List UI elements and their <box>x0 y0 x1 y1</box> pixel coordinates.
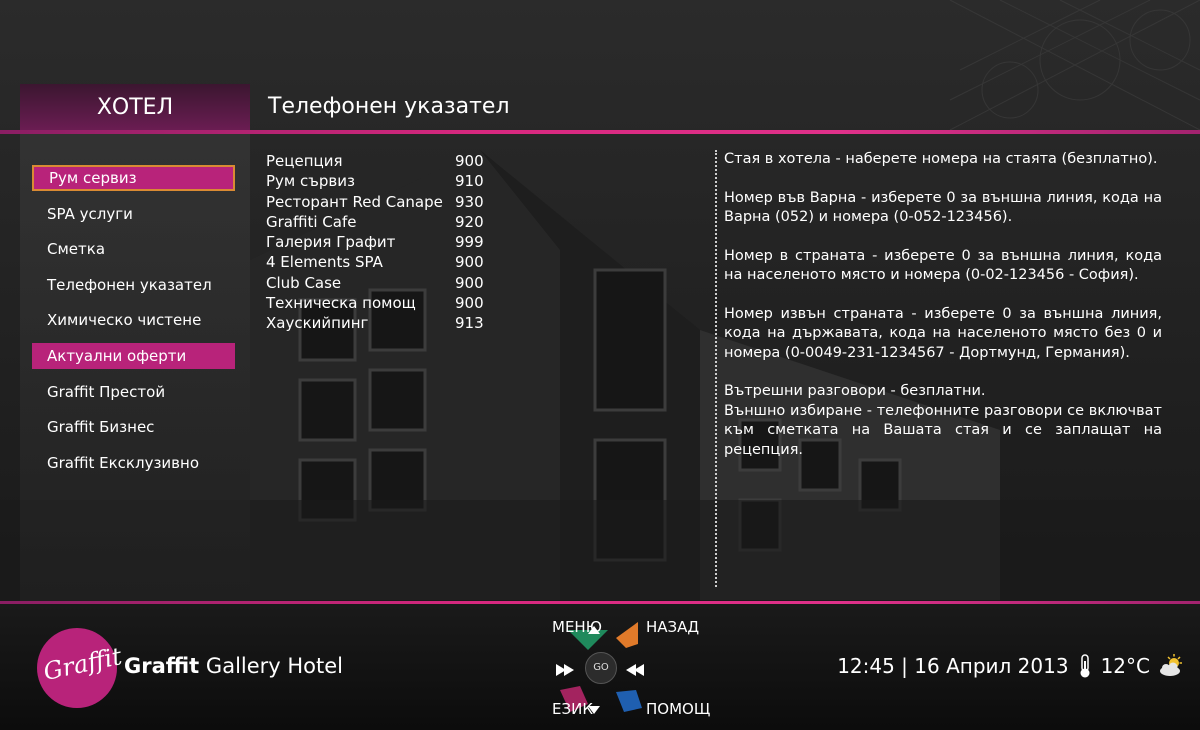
phone-name: Техническа помощ <box>266 294 416 313</box>
hotel-name: Graffit Gallery Hotel <box>124 654 343 678</box>
status-bar: 12:45 | 16 Април 2013 12°C <box>837 653 1186 679</box>
sidebar-item-dry-cleaning[interactable]: Химическо чистене <box>32 307 235 333</box>
graffit-logo: Graffit <box>37 628 124 708</box>
thermometer-icon <box>1080 654 1090 678</box>
phone-number: 913 <box>455 314 484 333</box>
list-item: Ресторант Red Canape 930 <box>266 192 496 212</box>
sidebar-menu: Рум сервиз SPA услуги Сметка Телефонен у… <box>20 134 250 602</box>
hotel-name-bold: Graffit <box>124 654 200 678</box>
back-label[interactable]: НАЗАД <box>646 618 699 636</box>
phone-number: 900 <box>455 152 484 170</box>
instruction-national: Номер в страната - изберете 0 за външна … <box>724 247 1162 284</box>
sidebar-item-bill[interactable]: Сметка <box>32 236 235 262</box>
go-button[interactable]: GO <box>585 652 617 684</box>
dialing-instructions: Стая в хотела - наберете номера на стаят… <box>724 150 1162 479</box>
list-item: 4 Elements SPA 900 <box>266 252 496 272</box>
help-label[interactable]: ПОМОЩ <box>646 700 710 718</box>
phone-name: Галерия Графит <box>266 233 396 252</box>
logo-text: Graffit <box>40 642 125 686</box>
phone-name: Ресторант Red Canape <box>266 192 443 211</box>
list-item: Club Case 900 <box>266 273 496 293</box>
sidebar-item-graffit-business[interactable]: Graffit Бизнес <box>32 414 235 440</box>
phone-number: 999 <box>455 233 484 252</box>
phone-name: 4 Elements SPA <box>266 253 383 272</box>
sidebar-item-current-offers[interactable]: Актуални оферти <box>32 343 235 369</box>
hotel-tv-screen: ХОТЕЛ Телефонен указател Рум сервиз SPA … <box>0 0 1200 730</box>
phone-number: 910 <box>455 172 484 191</box>
help-button-shape[interactable] <box>616 690 642 712</box>
phone-name: Рецепция <box>266 152 343 170</box>
page-title: Телефонен указател <box>268 94 510 119</box>
list-item: Техническа помощ 900 <box>266 293 496 313</box>
menu-label[interactable]: МЕНЮ <box>552 618 602 636</box>
partly-cloudy-icon <box>1160 654 1182 676</box>
back-button-shape[interactable] <box>616 622 638 648</box>
sidebar-item-graffit-stay[interactable]: Graffit Престой <box>32 379 235 405</box>
phone-number: 900 <box>455 273 484 292</box>
sidebar-item-graffit-exclusive[interactable]: Graffit Ексклузивно <box>32 450 235 476</box>
section-title: ХОТЕЛ <box>20 84 250 130</box>
instruction-internal: Вътрешни разговори - безплатни. <box>724 383 986 399</box>
instruction-international: Номер извън страната - изберете 0 за вън… <box>724 305 1162 361</box>
sidebar-item-phone-directory[interactable]: Телефонен указател <box>32 272 235 298</box>
phone-number: 930 <box>455 192 484 211</box>
phone-name: Graffiti Cafe <box>266 212 357 231</box>
sidebar-item-spa[interactable]: SPA услуги <box>32 201 235 227</box>
phone-name: Рум сървиз <box>266 172 355 191</box>
phone-name: Хаускийпинг <box>266 314 369 333</box>
language-label[interactable]: ЕЗИК <box>552 700 593 718</box>
phone-directory-list: Рецепция 900 Рум сървиз 910 Ресторант Red … <box>266 151 496 334</box>
dotted-divider <box>715 150 717 587</box>
phone-name: Club Case <box>266 273 342 292</box>
list-item: Галерия Графит 999 <box>266 232 496 252</box>
hotel-name-rest: Gallery Hotel <box>205 654 344 678</box>
remote-nav-pad: МЕНЮ НАЗАД ЕЗИК ПОМОЩ <box>530 608 720 726</box>
instruction-external: Външно избиране - телефонните разговори … <box>724 402 1162 458</box>
phone-number: 900 <box>455 294 484 313</box>
phone-number: 920 <box>455 212 484 231</box>
phone-number: 900 <box>455 253 484 272</box>
list-item: Хаускийпинг 913 <box>266 313 496 333</box>
date-time: 12:45 | 16 Април 2013 <box>837 654 1069 678</box>
list-item: Рум сървиз 910 <box>266 171 496 191</box>
temperature: 12°C <box>1100 654 1150 678</box>
list-item: Graffiti Cafe 920 <box>266 212 496 232</box>
sidebar-item-room-service[interactable]: Рум сервиз <box>32 165 235 191</box>
list-item: Рецепция 900 <box>266 151 496 171</box>
instruction-varna: Номер във Варна - изберете 0 за външна л… <box>724 189 1162 226</box>
instruction-room: Стая в хотела - наберете номера на стаят… <box>724 151 1158 167</box>
